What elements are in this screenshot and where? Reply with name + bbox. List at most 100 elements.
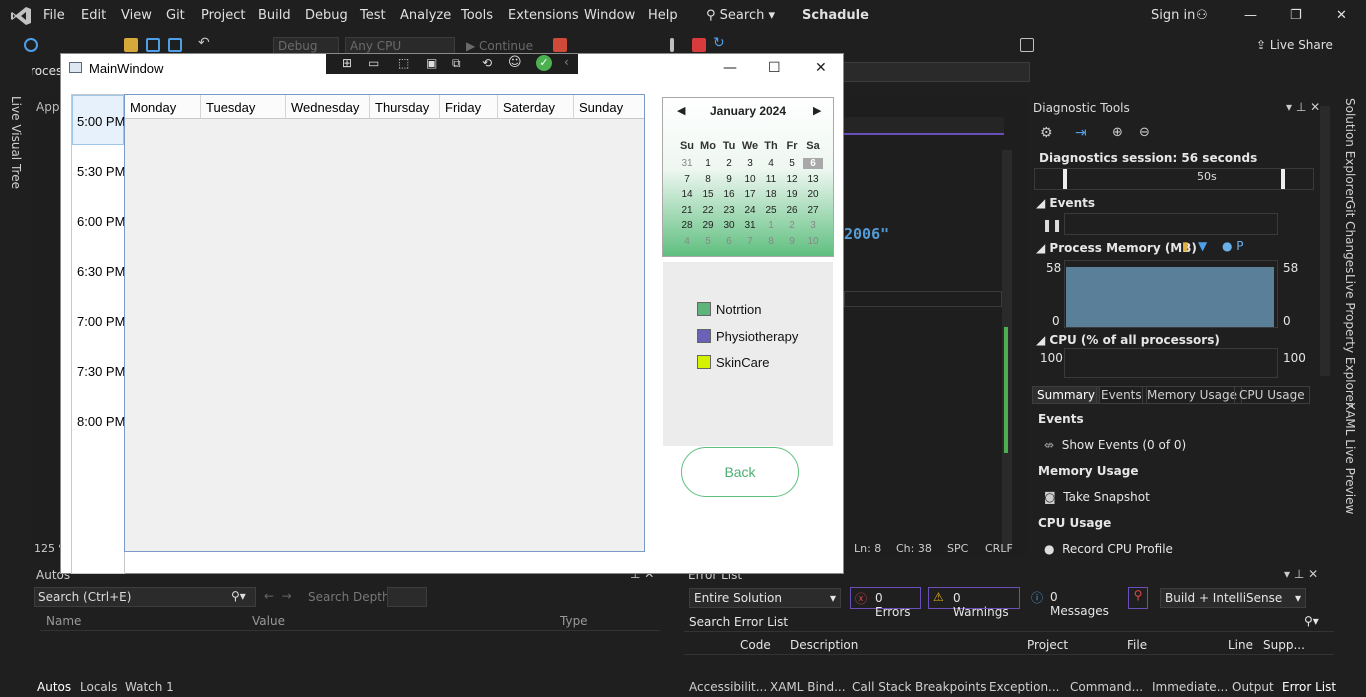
record-cpu-button[interactable]: ● Record CPU Profile [1044,542,1173,556]
zoom-out-icon[interactable]: ⊖ [1139,125,1150,140]
tab-events[interactable]: Events [1096,386,1147,404]
video-icon[interactable]: ▭ [368,56,379,70]
day-header-wednesday[interactable]: Wednesday [286,95,370,119]
display-layout-icon[interactable]: ▣ [426,56,437,70]
col-name[interactable]: Name [46,614,81,628]
editor-tab[interactable]: App [36,100,59,114]
month-calendar[interactable]: ◀ January 2024 ▶ Su Mo Tu We Th Fr Sa 31 1 2 3 4 5 6 7… [662,97,834,257]
calendar-day[interactable]: 7 [677,174,697,185]
col-line[interactable]: Line [1228,638,1253,652]
calendar-day[interactable]: 25 [761,205,781,216]
binding-failures-icon[interactable]: ⟲ [482,56,492,70]
tab-xaml-binding[interactable]: XAML Bind... [770,680,846,694]
checkmark-icon[interactable]: ✓ [536,55,552,71]
menu-analyze[interactable]: Analyze [400,8,451,23]
nav-arrows-icon[interactable]: ← → [264,589,292,603]
indent-mode[interactable]: SPC [947,542,968,555]
back-button[interactable]: Back [681,447,799,497]
calendar-day[interactable]: 16 [719,189,739,200]
undo-icon[interactable]: ↶ [198,35,212,51]
tab-accessibility[interactable]: Accessibilit... [689,680,767,694]
calendar-day[interactable]: 15 [698,189,718,200]
memory-graph-label[interactable]: ◢ Process Memory (MB) [1036,241,1197,255]
next-month-icon[interactable]: ▶ [813,104,821,117]
menu-file[interactable]: File [43,8,65,23]
calendar-day[interactable]: 23 [719,205,739,216]
col-value[interactable]: Value [252,614,285,628]
col-code[interactable]: Code [740,638,771,652]
calendar-day[interactable]: 17 [740,189,760,200]
line-ending[interactable]: CRLF [985,542,1013,555]
events-graph-label[interactable]: ◢ Events [1036,196,1095,210]
calendar-day[interactable]: 28 [677,220,697,231]
live-visual-tree-tab[interactable]: Live Visual Tree [9,96,23,189]
restore-icon[interactable]: ❐ [1290,8,1302,23]
menu-project[interactable]: Project [201,8,245,23]
messages-filter-button[interactable]: ⓘ 0 Messages [1027,587,1117,618]
col-type[interactable]: Type [560,614,588,628]
save-all-icon[interactable] [168,38,182,52]
tab-watch1[interactable]: Watch 1 [125,680,174,694]
timeline-ruler[interactable]: 50s [1034,168,1314,190]
tab-autos[interactable]: Autos [37,680,71,694]
day-header-thursday[interactable]: Thursday [370,95,440,119]
calendar-day[interactable]: 9 [782,236,802,247]
day-header-monday[interactable]: Monday [125,95,201,119]
menu-help[interactable]: Help [648,8,678,23]
open-folder-icon[interactable] [124,38,138,52]
day-header-tuesday[interactable]: Tuesday [201,95,286,119]
day-header-friday[interactable]: Friday [440,95,498,119]
search-depth-dropdown[interactable] [387,587,427,607]
col-project[interactable]: Project [1027,638,1068,652]
menu-edit[interactable]: Edit [81,8,106,23]
calendar-day[interactable]: 19 [782,189,802,200]
tab-memory-usage[interactable]: Memory Usage [1142,386,1243,404]
autos-search-input[interactable]: Search (Ctrl+E) ⚲▾ [34,587,256,607]
hot-reload-icon[interactable] [553,38,567,52]
calendar-day[interactable]: 3 [803,220,823,231]
timeline-end-handle[interactable] [1281,169,1285,189]
restart-icon[interactable]: ↻ [713,35,727,51]
tab-cpu-usage[interactable]: CPU Usage [1234,386,1310,404]
search-icon[interactable]: ⚲▾ [231,589,246,603]
filter-icon[interactable]: ⚲ [1128,587,1148,609]
calendar-day[interactable]: 1 [761,220,781,231]
live-visual-tree-icon[interactable]: ⊞ [342,56,352,70]
diag-window-controls[interactable]: ▾ ⊥ ✕ [1286,100,1320,114]
timeline-start-handle[interactable] [1063,169,1067,189]
errors-filter-button[interactable]: ⓧ 0 Errors [850,587,921,619]
menu-extensions[interactable]: Extensions [508,8,579,23]
calendar-day[interactable]: 2 [782,220,802,231]
account-icon[interactable]: ⚇ [1196,8,1208,23]
calendar-day[interactable]: 4 [761,158,781,169]
menu-git[interactable]: Git [166,8,185,23]
tab-call-stack[interactable]: Call Stack [852,680,911,694]
window-minimize-icon[interactable]: — [723,60,737,76]
menu-debug[interactable]: Debug [305,8,348,23]
calendar-day[interactable]: 6 [719,236,739,247]
calendar-day[interactable]: 5 [782,158,802,169]
menu-window[interactable]: Window [584,8,635,23]
calendar-day[interactable]: 30 [719,220,739,231]
git-changes-tab[interactable]: Git Changes [1343,200,1357,273]
calendar-day[interactable]: 18 [761,189,781,200]
calendar-day[interactable]: 22 [698,205,718,216]
tab-error-list[interactable]: Error List [1282,680,1336,694]
calendar-month-label[interactable]: January 2024 [663,104,833,118]
error-window-controls[interactable]: ▾ ⊥ ✕ [1284,567,1318,581]
menu-build[interactable]: Build [258,8,291,23]
col-file[interactable]: File [1127,638,1147,652]
close-icon[interactable]: ✕ [1336,8,1347,23]
xaml-live-preview-tab[interactable]: XAML Live Preview [1343,402,1357,514]
calendar-day[interactable]: 1 [698,158,718,169]
calendar-day[interactable]: 13 [803,174,823,185]
schedule-grid[interactable]: Monday Tuesday Wednesday Thursday Friday… [124,94,645,552]
col-description[interactable]: Description [790,638,858,652]
editor-navbar[interactable] [838,117,1004,135]
continue-button[interactable]: ▶ Continue [466,39,533,53]
search-button[interactable]: ⚲ Search ▾ [706,8,775,23]
pause-icon[interactable]: ❚❚ [1042,218,1062,232]
settings-gear-icon[interactable]: ⚙ [1040,125,1053,141]
day-header-saterday[interactable]: Saterday [498,95,574,119]
calendar-day[interactable]: 9 [719,174,739,185]
